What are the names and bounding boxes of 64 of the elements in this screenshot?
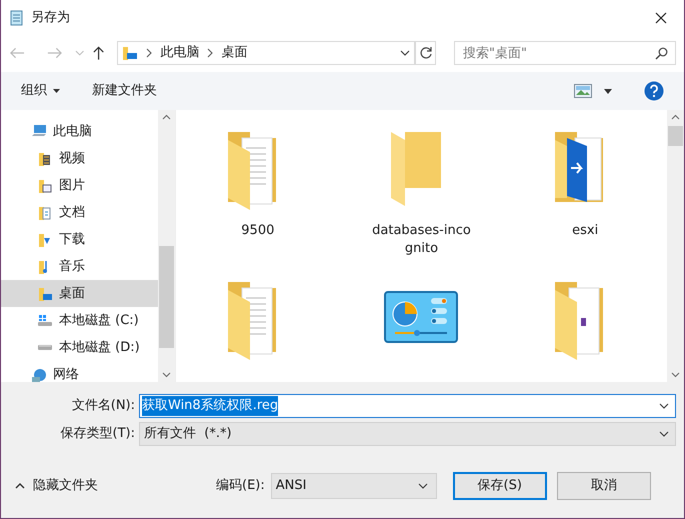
sidebar-item[interactable]: 本地磁盘 (C:) xyxy=(1,307,158,334)
up-arrow-icon[interactable] xyxy=(92,45,106,61)
chevron-down-icon xyxy=(659,431,669,437)
filename-field[interactable]: 获取Win8系统权限.reg xyxy=(139,394,676,418)
chevron-down-icon[interactable] xyxy=(659,403,669,409)
search-icon xyxy=(655,47,668,60)
caret-icon[interactable] xyxy=(604,88,612,94)
filename-value: 获取Win8系统权限.reg xyxy=(142,396,278,416)
file-type-label: 保存类型(T): xyxy=(60,425,136,444)
file-type-dropdown[interactable]: 所有文件 (*.*) xyxy=(139,422,676,446)
file-name[interactable]: 9500 xyxy=(198,222,318,240)
scrollbar-thumb[interactable] xyxy=(159,246,174,348)
encoding-label: 编码(E): xyxy=(216,477,265,496)
chevron-up-icon[interactable] xyxy=(162,114,171,120)
encoding-dropdown[interactable]: ANSI xyxy=(270,473,437,499)
scrollbar[interactable] xyxy=(667,110,684,382)
sidebar-item[interactable]: 视频 xyxy=(1,145,158,172)
cancel-button[interactable]: 取消 xyxy=(556,472,651,500)
sidebar-item[interactable]: 网络 xyxy=(1,361,158,382)
sidebar-item[interactable]: 下载 xyxy=(1,226,158,253)
file-name[interactable]: esxi xyxy=(525,222,646,240)
refresh-icon xyxy=(418,46,433,60)
view-icon[interactable] xyxy=(574,84,592,98)
documents-folder-icon xyxy=(37,204,53,220)
breadcrumb-item[interactable]: 此电脑 xyxy=(160,43,200,63)
close-icon xyxy=(655,12,667,24)
chevron-right-icon xyxy=(207,48,214,58)
hide-folders-button[interactable]: 隐藏文件夹 xyxy=(15,476,98,496)
notepad-icon xyxy=(9,10,25,26)
scrollbar[interactable] xyxy=(158,110,175,382)
address-bar[interactable]: 此电脑 桌面 xyxy=(117,41,416,65)
sidebar-item[interactable]: 文档 xyxy=(1,199,158,226)
scrollbar-thumb[interactable] xyxy=(668,126,683,146)
breadcrumb-item[interactable]: 桌面 xyxy=(221,43,248,63)
drive-icon xyxy=(37,344,53,350)
chevron-down-icon[interactable] xyxy=(400,50,410,56)
chevron-up-icon xyxy=(15,483,25,489)
new-folder-button[interactable]: 新建文件夹 xyxy=(92,81,157,101)
pictures-folder-icon xyxy=(37,178,53,194)
file-type-value: 所有文件 (*.*) xyxy=(144,425,232,444)
sidebar-item[interactable]: 音乐 xyxy=(1,253,158,280)
caret-icon xyxy=(53,89,60,93)
sidebar-item[interactable]: 图片 xyxy=(1,172,158,199)
drive-icon xyxy=(37,312,53,328)
chevron-right-icon xyxy=(146,48,152,58)
desktop-folder-icon xyxy=(37,286,53,302)
sidebar-item[interactable]: 本地磁盘 (D:) xyxy=(1,334,158,361)
chevron-down-icon xyxy=(418,483,428,489)
video-folder-icon xyxy=(37,150,53,166)
downloads-folder-icon xyxy=(37,232,53,248)
encoding-value: ANSI xyxy=(276,477,306,496)
save-button[interactable]: 保存(S) xyxy=(452,472,547,500)
search-field[interactable]: 搜索"桌面" xyxy=(454,41,676,65)
refresh-button[interactable] xyxy=(415,41,436,65)
help-icon[interactable] xyxy=(644,81,664,101)
network-icon xyxy=(31,366,47,382)
filename-label: 文件名(N): xyxy=(70,397,136,416)
file-name[interactable]: databases-inco gnito xyxy=(361,222,482,258)
window-title: 另存为 xyxy=(31,9,70,28)
organize-button[interactable]: 组织 xyxy=(21,81,60,101)
sidebar-item[interactable]: 此电脑 xyxy=(1,118,158,145)
chevron-up-icon[interactable] xyxy=(671,114,680,120)
desktop-folder-icon xyxy=(122,45,138,61)
sidebar-item[interactable]: 桌面 xyxy=(1,280,158,307)
